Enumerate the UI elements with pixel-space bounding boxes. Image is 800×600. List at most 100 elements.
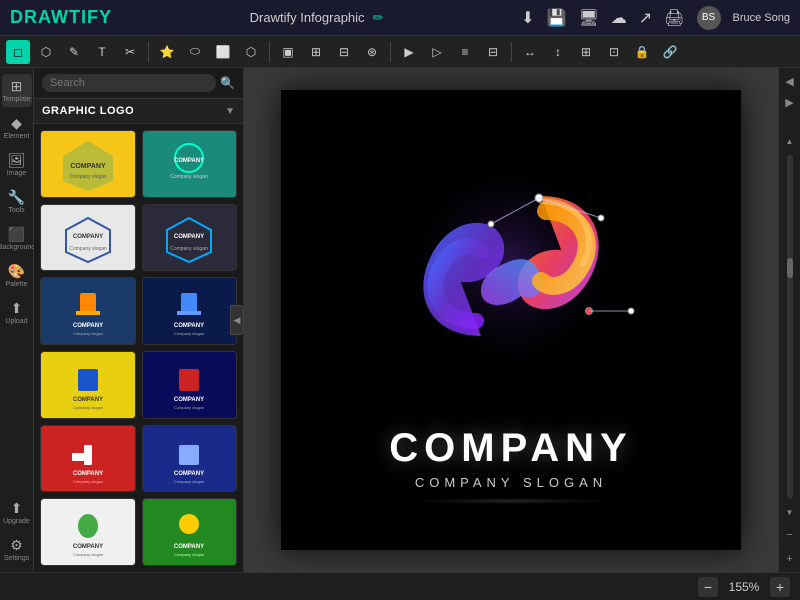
template-item[interactable]: COMPANY Company slogan graphic-logo-... … [40,498,136,566]
zoom-in-sidebar-icon[interactable]: + [780,550,800,568]
app-logo: DRAWTIFY [10,7,112,28]
flip-h-tool[interactable]: ↔ [518,40,542,64]
template-item[interactable]: COMPANY Company slogan graphic-logo-blue… [40,277,136,345]
template-item[interactable]: COMPANY Company slogan graphic-logo-... … [142,498,238,566]
zoom-out-sidebar-icon[interactable]: − [780,526,800,544]
video-tool[interactable]: ▶ [397,40,421,64]
edit-title-icon[interactable]: ✏ [373,10,384,26]
canvas-area[interactable]: COMPANY COMPANY SLOGAN [244,68,778,572]
template-item[interactable]: COMPANY Company slogan graphic-logo-blue… [142,277,238,345]
template-item[interactable]: COMPANY Company slogan graphic-logo-blue… [142,351,238,419]
sidebar-item-background[interactable]: ⬛ Background [2,222,32,255]
svg-text:Company slogan: Company slogan [170,174,208,180]
slogan-text[interactable]: COMPANY SLOGAN [415,475,607,490]
company-text[interactable]: COMPANY [389,426,632,471]
download-icon[interactable]: ⬇ [521,8,534,28]
svg-text:COMPANY: COMPANY [73,544,103,550]
zoom-out-button[interactable]: − [698,577,718,597]
sidebar-item-settings[interactable]: ⚙ Settings [2,533,32,566]
layer-tool[interactable]: ≡ [453,40,477,64]
minus-tool[interactable]: ⊟ [332,40,356,64]
crop-tool[interactable]: ✂ [118,40,142,64]
separator4 [511,42,512,62]
text-tool[interactable]: T [90,40,114,64]
bottom-bar: − 155% + [0,572,800,600]
preview-icon[interactable]: 🖥 [578,8,598,28]
cloud-icon[interactable]: ☁ [611,8,627,28]
sidebar-item-upgrade[interactable]: ⬆ Upgrade [2,496,32,529]
settings-label: Settings [4,555,29,562]
link-tool[interactable]: 🔗 [658,40,682,64]
zoom-in-button[interactable]: + [770,577,790,597]
rect-tool[interactable]: ⬜ [211,40,235,64]
tools-icon: 🔧 [8,189,25,206]
collapse-panel-button[interactable]: ◀ [230,305,244,335]
sidebar-item-tools[interactable]: 🔧 Tools [2,185,32,218]
template-label: Template [2,96,30,103]
sidebar-item-upload[interactable]: ⬆ Upload [2,296,32,329]
template-item[interactable]: COMPANY Company slogan graphic-logo-blue… [40,351,136,419]
table-tool[interactable]: ⊞ [304,40,328,64]
sidebar-item-element[interactable]: ◆ Element [2,111,32,144]
flip-v-tool[interactable]: ↕ [546,40,570,64]
image-icon: 🖼 [8,152,26,169]
svg-text:COMPANY: COMPANY [73,397,103,403]
svg-text:Company slogan: Company slogan [174,552,204,557]
svg-text:Company slogan: Company slogan [69,246,107,252]
print-icon[interactable]: 🖨 [664,8,684,28]
tools-label: Tools [8,207,24,214]
category-dropdown-icon[interactable]: ▼ [225,106,235,117]
ellipse-tool[interactable]: ⬭ [183,40,207,64]
select-tool[interactable]: ◻ [6,40,30,64]
zoom-level-display: 155% [724,580,764,594]
sidebar-item-palette[interactable]: 🎨 Palette [2,259,32,292]
copy-tool[interactable]: ⊞ [574,40,598,64]
svg-text:COMPANY: COMPANY [73,234,103,240]
element-label: Element [4,133,30,140]
share-icon[interactable]: ↗ [639,8,652,28]
topbar-right: ⬇ 💾 🖥 ☁ ↗ 🖨 BS Bruce Song [521,6,790,30]
cross-tool[interactable]: ⊛ [360,40,384,64]
align-tool[interactable]: ⊟ [481,40,505,64]
template-item[interactable]: COMPANY Company slogan graphic-logo-Flow… [40,204,136,272]
poly-tool[interactable]: ⬡ [239,40,263,64]
category-title: GRAPHIC LOGO [42,105,134,117]
sidebar-collapse-icon[interactable]: ◀ [780,72,800,91]
play-tool[interactable]: ▷ [425,40,449,64]
logo-graphic[interactable] [371,136,651,416]
template-item[interactable]: COMPANY Company slogan graphic-logo-Flow… [142,204,238,272]
element-icon: ◆ [11,115,22,132]
logo-draw: DRAW [10,7,69,27]
upload-icon: ⬆ [11,300,23,317]
template-item[interactable]: COMPANY Company slogan graphic-logo-blue… [142,425,238,493]
lock-tool[interactable]: 🔒 [630,40,654,64]
logo-tify: TIFY [69,7,112,27]
pen-tool[interactable]: ✎ [62,40,86,64]
save-icon[interactable]: 💾 [547,8,567,28]
group-tool[interactable]: ⊡ [602,40,626,64]
palette-icon: 🎨 [8,263,25,280]
upload-label: Upload [5,318,27,325]
template-item[interactable]: COMPANY Company slogan graphic-logo-Flow… [40,130,136,198]
svg-text:Company slogan: Company slogan [170,246,208,252]
right-sidebar: ◀ ▶ ▲ ▼ − + [778,68,800,572]
topbar-center: Drawtify Infographic ✏ [112,10,521,26]
template-item[interactable]: COMPANY Company slogan graphic-logo-Flow… [142,130,238,198]
avatar[interactable]: BS [697,6,721,30]
scroll-up-icon[interactable]: ▲ [780,134,800,149]
sidebar-item-template[interactable]: ⊞ Template [2,74,32,107]
template-item[interactable]: COMPANY Company slogan graphic-logo-red … [40,425,136,493]
shape-tool[interactable]: ⬡ [34,40,58,64]
svg-text:COMPANY: COMPANY [174,234,204,240]
search-input[interactable] [42,74,216,92]
svg-text:Company slogan: Company slogan [73,479,103,484]
sidebar-expand-icon[interactable]: ▶ [780,93,800,112]
scroll-down-icon[interactable]: ▼ [780,505,800,520]
star-tool[interactable]: ⭐ [155,40,179,64]
user-name: Bruce Song [733,12,790,24]
svg-text:COMPANY: COMPANY [174,544,204,550]
svg-text:Company slogan: Company slogan [174,331,204,336]
grid-tool[interactable]: ▣ [276,40,300,64]
sidebar-item-image[interactable]: 🖼 Image [2,148,32,181]
separator3 [390,42,391,62]
